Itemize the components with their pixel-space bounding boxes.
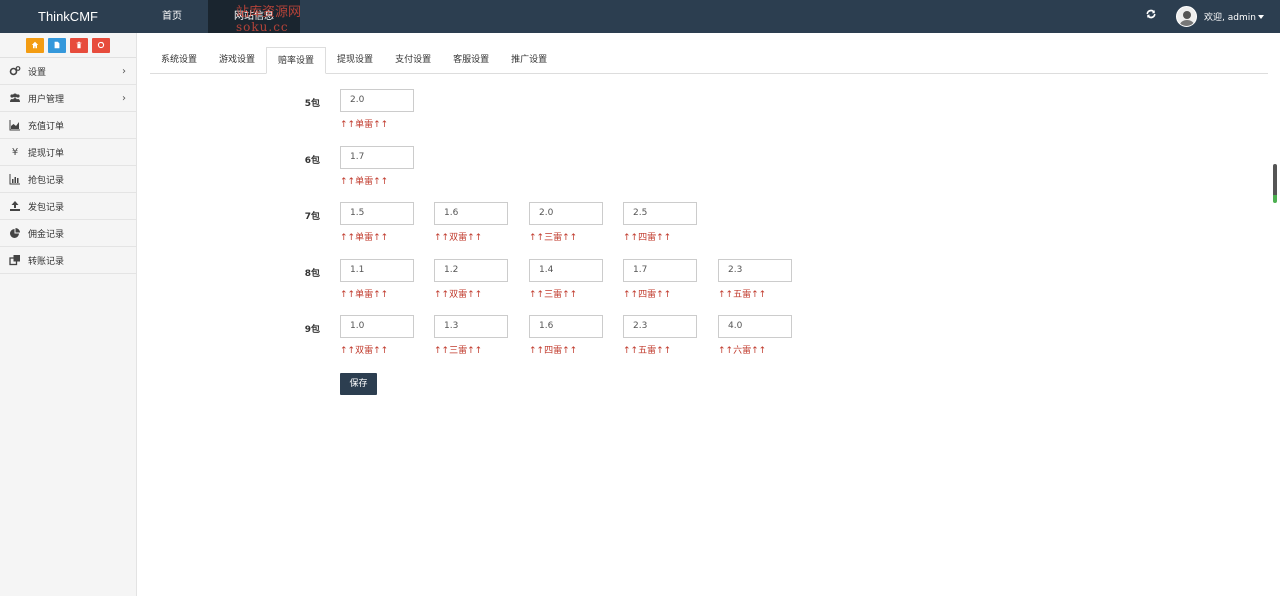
gears-icon — [8, 64, 22, 78]
topnav-home[interactable]: 首页 — [136, 0, 208, 33]
yen-icon: ¥ — [11, 146, 19, 158]
odds-hint: ↑↑四雷↑↑ — [529, 346, 578, 356]
tab-odds[interactable]: 赔率设置 — [266, 47, 327, 74]
sidebar-item-transfer-records[interactable]: 转账记录 — [0, 247, 136, 274]
users-icon — [8, 91, 22, 105]
topnav-site-info[interactable]: 网站信息 — [208, 0, 300, 33]
sidebar-item-label: 发包记录 — [28, 202, 65, 213]
recycle-button[interactable] — [92, 37, 110, 53]
odds-input[interactable]: 1.3 — [434, 315, 508, 338]
sidebar-item-settings[interactable]: 设置 › — [0, 58, 136, 85]
recycle-icon — [97, 41, 105, 49]
odds-hint: ↑↑双雷↑↑ — [434, 290, 483, 300]
home-button[interactable] — [26, 37, 44, 53]
top-nav: 首页 网站信息 — [136, 0, 300, 33]
sidebar-item-label: 佣金记录 — [28, 229, 65, 240]
clone-icon — [8, 253, 22, 267]
scrollbar-thumb[interactable] — [1273, 164, 1277, 203]
row-label: 5包 — [304, 99, 320, 109]
settings-tabs: 系统设置 游戏设置 赔率设置 提现设置 支付设置 客服设置 推广设置 — [150, 47, 1268, 74]
tab-withdraw[interactable]: 提现设置 — [326, 47, 384, 74]
chevron-right-icon: › — [122, 93, 126, 104]
tab-system[interactable]: 系统设置 — [150, 47, 208, 74]
odds-input[interactable]: 1.0 — [340, 315, 414, 338]
sidebar-item-withdraw-orders[interactable]: ¥ 提现订单 — [0, 139, 136, 166]
tab-game[interactable]: 游戏设置 — [208, 47, 266, 74]
pie-chart-icon — [8, 226, 22, 240]
odds-hint: ↑↑三雷↑↑ — [529, 233, 578, 243]
file-button[interactable] — [48, 37, 66, 53]
upload-icon — [8, 199, 22, 213]
chevron-right-icon: › — [122, 66, 126, 77]
sidebar-item-label: 抢包记录 — [28, 175, 65, 186]
caret-down-icon — [1257, 14, 1264, 19]
odds-input[interactable]: 1.7 — [623, 259, 697, 282]
odds-input[interactable]: 1.2 — [434, 259, 508, 282]
odds-input[interactable]: 1.6 — [434, 202, 508, 225]
odds-input[interactable]: 2.3 — [718, 259, 792, 282]
odds-input[interactable]: 4.0 — [718, 315, 792, 338]
quick-actions — [0, 33, 136, 58]
odds-input[interactable]: 1.6 — [529, 315, 603, 338]
odds-hint: ↑↑单雷↑↑ — [340, 290, 389, 300]
trash-button[interactable] — [70, 37, 88, 53]
sidebar-item-commission-records[interactable]: 佣金记录 — [0, 220, 136, 247]
sidebar-item-label: 用户管理 — [28, 94, 65, 105]
file-icon — [54, 41, 60, 49]
save-button[interactable]: 保存 — [340, 373, 377, 395]
row-label: 6包 — [304, 156, 320, 166]
bar-chart-icon — [8, 172, 22, 186]
sidebar-item-grab-records[interactable]: 抢包记录 — [0, 166, 136, 193]
refresh-icon[interactable] — [1143, 8, 1159, 24]
sidebar-item-label: 设置 — [28, 67, 47, 78]
odds-hint: ↑↑单雷↑↑ — [340, 233, 389, 243]
odds-hint: ↑↑单雷↑↑ — [340, 120, 389, 130]
sidebar-item-label: 充值订单 — [28, 121, 65, 132]
sidebar-item-send-records[interactable]: 发包记录 — [0, 193, 136, 220]
odds-hint: ↑↑五雷↑↑ — [623, 346, 672, 356]
trash-icon — [76, 41, 82, 49]
row-label: 7包 — [304, 212, 320, 222]
row-label: 9包 — [304, 325, 320, 335]
odds-input[interactable]: 1.1 — [340, 259, 414, 282]
area-chart-icon — [8, 118, 22, 132]
odds-hint: ↑↑双雷↑↑ — [340, 346, 389, 356]
brand-logo[interactable]: ThinkCMF — [0, 0, 136, 33]
odds-hint: ↑↑六雷↑↑ — [718, 346, 767, 356]
odds-input[interactable]: 1.4 — [529, 259, 603, 282]
odds-hint: ↑↑三雷↑↑ — [434, 346, 483, 356]
user-greeting: 欢迎, admin — [1204, 13, 1256, 23]
home-icon — [31, 41, 39, 49]
odds-hint: ↑↑五雷↑↑ — [718, 290, 767, 300]
tab-promotion[interactable]: 推广设置 — [500, 47, 558, 74]
odds-input[interactable]: 1.5 — [340, 202, 414, 225]
top-navbar: ThinkCMF 首页 网站信息 站库资源网 soku.cc 欢迎, admin — [0, 0, 1280, 33]
sidebar: 设置 › 用户管理 › 充值订单 ¥ 提现订单 抢包记录 发包记录 佣金记录 转… — [0, 33, 137, 596]
odds-input[interactable]: 1.7 — [340, 146, 414, 169]
sidebar-item-label: 转账记录 — [28, 256, 65, 267]
tab-customer-service[interactable]: 客服设置 — [442, 47, 500, 74]
tab-payment[interactable]: 支付设置 — [384, 47, 442, 74]
user-menu[interactable]: 欢迎, admin — [1176, 6, 1264, 27]
sidebar-item-recharge-orders[interactable]: 充值订单 — [0, 112, 136, 139]
sidebar-item-label: 提现订单 — [28, 148, 65, 159]
odds-input[interactable]: 2.0 — [340, 89, 414, 112]
odds-hint: ↑↑双雷↑↑ — [434, 233, 483, 243]
odds-input[interactable]: 2.3 — [623, 315, 697, 338]
sidebar-item-users[interactable]: 用户管理 › — [0, 85, 136, 112]
odds-hint: ↑↑单雷↑↑ — [340, 177, 389, 187]
avatar — [1176, 6, 1197, 27]
odds-hint: ↑↑四雷↑↑ — [623, 290, 672, 300]
odds-hint: ↑↑三雷↑↑ — [529, 290, 578, 300]
odds-input[interactable]: 2.0 — [529, 202, 603, 225]
row-label: 8包 — [304, 269, 320, 279]
odds-input[interactable]: 2.5 — [623, 202, 697, 225]
odds-hint: ↑↑四雷↑↑ — [623, 233, 672, 243]
